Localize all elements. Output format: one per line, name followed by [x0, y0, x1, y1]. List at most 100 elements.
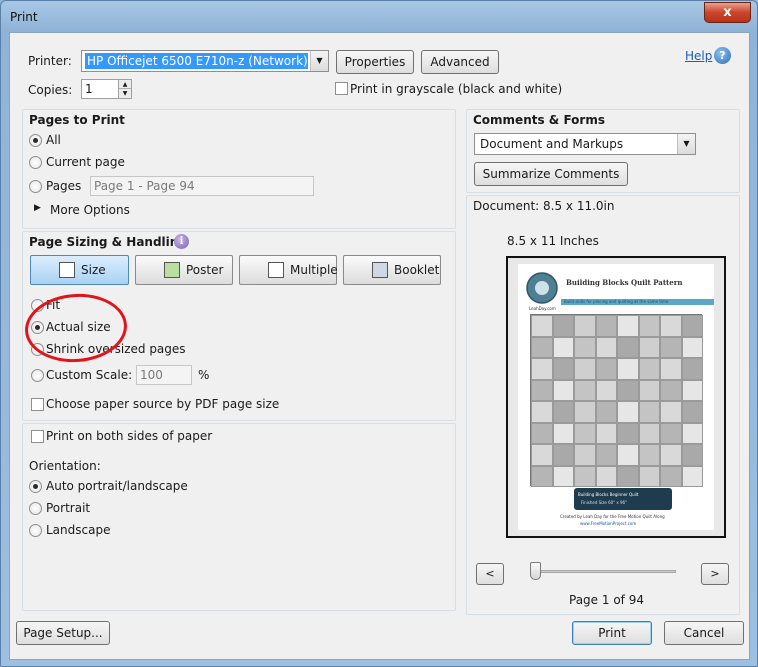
paper-source-checkbox[interactable] [31, 398, 44, 411]
quilt-block [531, 358, 553, 380]
quilt-block [595, 336, 617, 358]
quilt-block [531, 401, 553, 423]
quilt-block [595, 465, 617, 487]
grayscale-label: Print in grayscale (black and white) [350, 82, 563, 96]
summarize-comments-button[interactable]: Summarize Comments [474, 162, 628, 186]
custom-scale-label: Custom Scale: [46, 368, 133, 382]
thumbnail-title: Building Blocks Quilt Pattern [566, 278, 683, 287]
quilt-block [574, 401, 596, 423]
orientation-portrait-radio[interactable] [29, 502, 42, 515]
duplex-orientation-panel [22, 423, 456, 611]
orientation-auto-label: Auto portrait/landscape [46, 479, 188, 493]
quilt-block [552, 379, 574, 401]
quilt-block [681, 422, 703, 444]
preview-page: Building Blocks Quilt Pattern Build skil… [518, 264, 714, 530]
stepper-down-icon[interactable]: ▼ [119, 89, 131, 98]
comments-forms-select[interactable]: Document and Markups ▼ [474, 133, 696, 155]
quilt-block-grid [530, 314, 703, 487]
orientation-landscape-label: Landscape [46, 523, 111, 537]
poster-button[interactable]: Poster [135, 255, 233, 285]
advanced-button[interactable]: Advanced [421, 50, 499, 74]
copies-stepper[interactable]: ▲ ▼ [118, 79, 132, 99]
quilt-block [660, 336, 682, 358]
more-options-toggle[interactable]: More Options [50, 203, 130, 217]
quilt-block [574, 422, 596, 444]
pages-range-input[interactable]: Page 1 - Page 94 [90, 176, 314, 196]
thumbnail-logo-caption: LeahDay.com [529, 306, 556, 311]
quilt-block [638, 358, 660, 380]
orientation-landscape-radio[interactable] [29, 524, 42, 537]
orientation-title: Orientation: [29, 459, 101, 473]
size-button[interactable]: Size [30, 255, 129, 285]
quilt-block [574, 379, 596, 401]
printer-select[interactable]: HP Officejet 6500 E710n-z (Network) ▼ [81, 50, 329, 72]
properties-button[interactable]: Properties [336, 50, 414, 74]
page-setup-button[interactable]: Page Setup... [16, 621, 110, 645]
both-sides-label: Print on both sides of paper [46, 429, 213, 443]
grayscale-checkbox[interactable] [335, 82, 348, 95]
page-slider-thumb[interactable] [530, 562, 541, 580]
quilt-block [617, 465, 639, 487]
quilt-block [638, 444, 660, 466]
custom-scale-radio[interactable] [31, 369, 44, 382]
quilt-block [574, 336, 596, 358]
print-button[interactable]: Print [572, 621, 652, 645]
multiple-button[interactable]: Multiple [239, 255, 338, 285]
print-dialog-window: Print x Printer: HP Officejet 6500 E710n… [0, 0, 758, 667]
quilt-block [531, 422, 553, 444]
quilt-block [595, 422, 617, 444]
previous-page-button[interactable]: < [476, 563, 504, 585]
multiple-icon [268, 262, 284, 278]
quilt-block [681, 315, 703, 337]
poster-button-label: Poster [186, 263, 224, 277]
quilt-block [552, 401, 574, 423]
quilt-block [617, 315, 639, 337]
copies-input[interactable]: 1 [81, 79, 119, 99]
booklet-button[interactable]: Booklet [343, 255, 441, 285]
quilt-block [617, 444, 639, 466]
thumbnail-subtitle: Build skills for piecing and quilting at… [564, 299, 669, 304]
quilt-block [681, 465, 703, 487]
pages-to-print-title: Pages to Print [29, 113, 125, 127]
cancel-button[interactable]: Cancel [664, 621, 744, 645]
next-page-button[interactable]: > [701, 563, 729, 585]
custom-scale-input[interactable]: 100 [136, 365, 192, 385]
quilt-block [660, 444, 682, 466]
quilt-block [595, 315, 617, 337]
quilt-block [574, 315, 596, 337]
thumbnail-credit: Created by Leah Day for the Free Motion … [560, 514, 665, 519]
quilt-block [595, 358, 617, 380]
page-slider-track[interactable] [530, 570, 676, 573]
pages-range-radio[interactable] [29, 180, 42, 193]
quilt-block [552, 358, 574, 380]
pages-all-label: All [46, 133, 61, 147]
chevron-down-icon[interactable]: ▼ [677, 134, 695, 154]
orientation-auto-radio[interactable] [29, 480, 42, 493]
both-sides-checkbox[interactable] [31, 430, 44, 443]
quilt-block [660, 401, 682, 423]
quilt-block [681, 401, 703, 423]
help-link[interactable]: Help [685, 49, 712, 63]
booklet-icon [372, 262, 388, 278]
quilt-block [617, 358, 639, 380]
comments-forms-title: Comments & Forms [473, 113, 605, 127]
quilt-block [660, 379, 682, 401]
pages-all-radio[interactable] [29, 134, 42, 147]
quilt-block [660, 465, 682, 487]
chevron-down-icon[interactable]: ▼ [310, 51, 328, 71]
expand-triangle-icon[interactable]: ▶ [34, 203, 41, 213]
quilt-block [638, 379, 660, 401]
quilt-block [681, 444, 703, 466]
quilt-block [681, 358, 703, 380]
stepper-up-icon[interactable]: ▲ [119, 80, 131, 89]
info-icon[interactable]: i [174, 234, 189, 249]
quilt-block [531, 379, 553, 401]
help-icon[interactable]: ? [714, 47, 731, 64]
title-bar[interactable]: Print x [1, 1, 757, 33]
close-button[interactable]: x [704, 2, 751, 23]
quilt-block [617, 379, 639, 401]
quilt-block [617, 422, 639, 444]
dialog-client-area: Printer: HP Officejet 6500 E710n-z (Netw… [9, 32, 750, 660]
thumbnail-url: www.FreeMotionProject.com [580, 521, 637, 526]
pages-current-radio[interactable] [29, 156, 42, 169]
